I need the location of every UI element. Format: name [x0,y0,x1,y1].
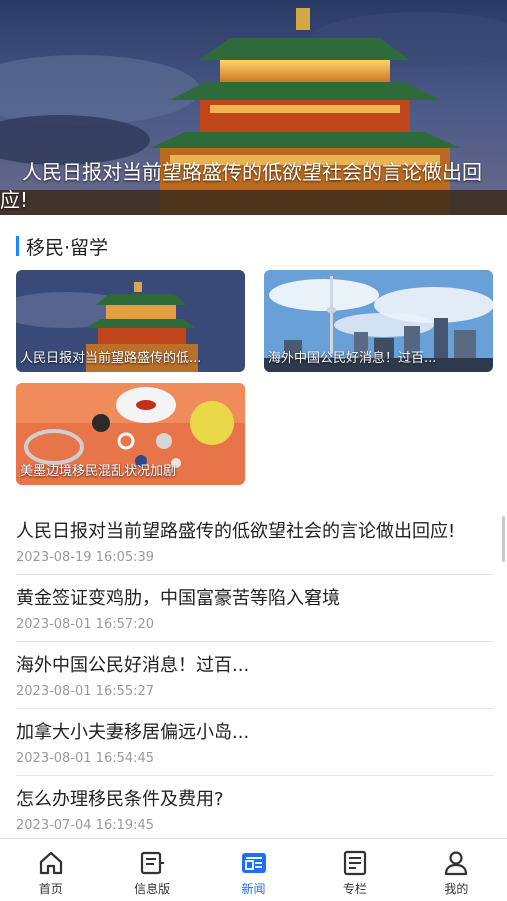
section-title: 移民·留学 [26,236,109,259]
user-icon [445,851,468,876]
nav-item-column[interactable]: 专栏 [304,839,405,901]
news-list-item[interactable]: 加拿大小夫妻移居偏远小岛... 2023-08-01 16:54:45 [16,709,493,776]
section-header: 移民·留学 [16,233,108,259]
nav-item-profile[interactable]: 我的 [406,839,507,901]
news-icon [241,853,266,873]
news-list: 人民日报对当前望路盛传的低欲望社会的言论做出回应! 2023-08-19 16:… [16,508,493,843]
news-list-item[interactable]: 人民日报对当前望路盛传的低欲望社会的言论做出回应! 2023-08-19 16:… [16,508,493,575]
nav-item-news[interactable]: 新闻 [203,839,304,901]
nav-item-home[interactable]: 首页 [0,839,101,901]
news-card-1[interactable]: 人民日报对当前望路盛传的低... [16,270,245,372]
nav-label: 首页 [38,882,63,896]
news-date: 2023-08-01 16:54:45 [16,751,155,766]
hero-banner[interactable]: 人民日报对当前望路盛传的低欲望社会的言论做出回 应! [0,0,507,215]
news-title: 黄金签证变鸡肋，中国富豪苦等陷入窘境 [16,588,340,609]
info-board-icon [141,851,165,875]
home-icon [39,851,62,875]
news-date: 2023-08-19 16:05:39 [16,550,155,565]
news-title: 怎么办理移民条件及费用? [16,789,224,810]
news-list-item[interactable]: 海外中国公民好消息！过百... 2023-08-01 16:55:27 [16,642,493,709]
nav-label: 信息版 [134,882,171,896]
news-card-2[interactable]: 海外中国公民好消息！过百... [264,270,493,372]
news-date: 2023-08-01 16:57:20 [16,617,155,632]
nav-label: 我的 [444,882,469,896]
news-card-caption: 人民日报对当前望路盛传的低... [20,351,202,366]
hero-caption-line-1: 人民日报对当前望路盛传的低欲望社会的言论做出回 [22,160,482,184]
news-date: 2023-07-04 16:19:45 [16,818,155,833]
news-date: 2023-08-01 16:55:27 [16,684,155,699]
news-card-caption: 海外中国公民好消息！过百... [268,351,437,366]
news-list-item[interactable]: 黄金签证变鸡肋，中国富豪苦等陷入窘境 2023-08-01 16:57:20 [16,575,493,642]
hero-caption: 人民日报对当前望路盛传的低欲望社会的言论做出回 应! [0,158,507,214]
bottom-nav: 首页 信息版 新闻 专栏 我的 [0,838,507,901]
news-list-item[interactable]: 怎么办理移民条件及费用? 2023-07-04 16:19:45 [16,776,493,843]
section-accent-bar [16,236,19,256]
nav-label: 专栏 [342,882,367,896]
nav-label: 新闻 [241,882,266,896]
news-card-3[interactable]: 美墨边境移民混乱状况加剧 [16,383,245,485]
news-title: 海外中国公民好消息！过百... [16,655,250,676]
column-icon [343,850,367,876]
news-card-caption: 美墨边境移民混乱状况加剧 [20,464,177,479]
scrollbar[interactable] [502,516,505,562]
hero-caption-line-2: 应! [0,188,29,212]
news-title: 人民日报对当前望路盛传的低欲望社会的言论做出回应! [16,521,456,542]
news-title: 加拿大小夫妻移居偏远小岛... [16,722,250,743]
nav-item-info-board[interactable]: 信息版 [101,839,202,901]
